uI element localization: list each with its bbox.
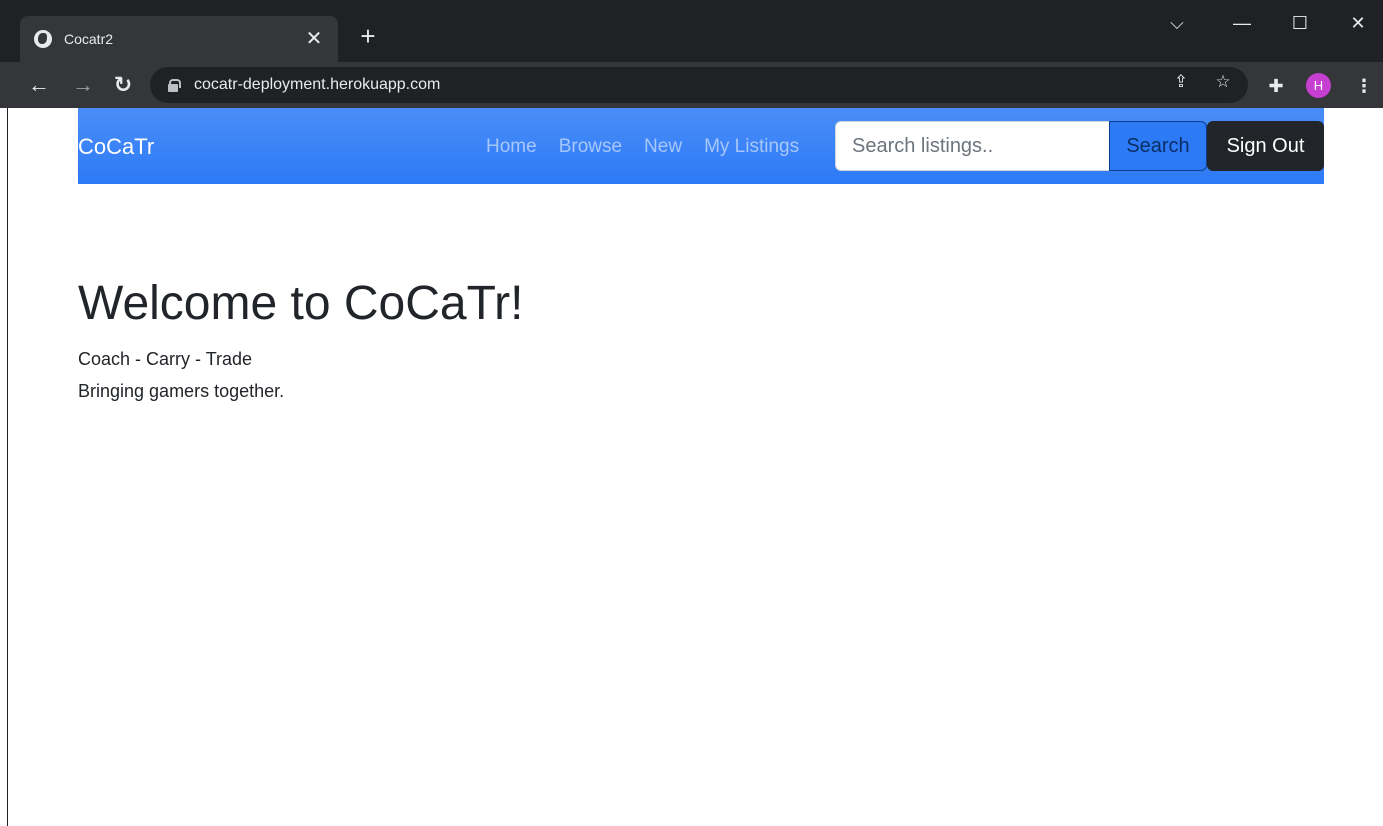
chevron-down-icon[interactable]: ⌵: [1157, 8, 1197, 38]
address-bar[interactable]: cocatr-deployment.herokuapp.com: [150, 67, 1248, 103]
reload-icon[interactable]: ↻: [108, 70, 138, 100]
search-input[interactable]: [835, 121, 1110, 171]
kebab-menu-icon[interactable]: ⋮: [1352, 74, 1376, 98]
brand-link[interactable]: CoCaTr: [78, 134, 154, 160]
sign-out-button[interactable]: Sign Out: [1207, 121, 1324, 171]
forward-arrow-icon[interactable]: →: [68, 70, 98, 100]
window-edge: [7, 108, 8, 826]
nav-link-browse[interactable]: Browse: [559, 136, 622, 158]
tab-close-button[interactable]: ✕: [302, 27, 326, 51]
new-tab-button[interactable]: +: [354, 22, 382, 50]
subtitle: Bringing gamers together.: [78, 381, 285, 401]
share-icon[interactable]: ⇪: [1170, 71, 1192, 93]
nav-link-home[interactable]: Home: [486, 136, 537, 158]
tagline: Coach - Carry - Trade: [78, 349, 253, 369]
nav-link-new[interactable]: New: [644, 136, 682, 158]
search-button[interactable]: Search: [1109, 121, 1207, 171]
url-text[interactable]: cocatr-deployment.herokuapp.com: [194, 76, 440, 94]
back-arrow-icon[interactable]: ←: [24, 70, 54, 100]
page-viewport: CoCaTr Home Browse New My Listings Searc…: [0, 108, 1383, 826]
close-icon[interactable]: ✕: [1338, 8, 1378, 38]
minimize-icon[interactable]: —: [1222, 8, 1262, 38]
maximize-icon[interactable]: ☐: [1280, 8, 1320, 38]
star-icon[interactable]: ☆: [1212, 71, 1234, 93]
nav-links: Home Browse New My Listings: [486, 136, 799, 158]
tab-title: Cocatr2: [64, 31, 114, 47]
site-navbar: CoCaTr Home Browse New My Listings Searc…: [78, 108, 1324, 184]
browser-tab[interactable]: Cocatr2 ✕: [20, 16, 338, 62]
browser-titlebar: Cocatr2 ✕ + ⌵ — ☐ ✕: [0, 0, 1383, 62]
browser-toolbar: ← → ↻ cocatr-deployment.herokuapp.com ⇪ …: [0, 62, 1383, 108]
lock-icon[interactable]: [168, 79, 181, 92]
nav-link-my-listings[interactable]: My Listings: [704, 136, 799, 158]
avatar[interactable]: H: [1306, 73, 1331, 98]
globe-icon: [34, 30, 52, 48]
page-title: Welcome to CoCaTr!: [78, 277, 524, 330]
extensions-icon[interactable]: ✚: [1264, 74, 1288, 98]
